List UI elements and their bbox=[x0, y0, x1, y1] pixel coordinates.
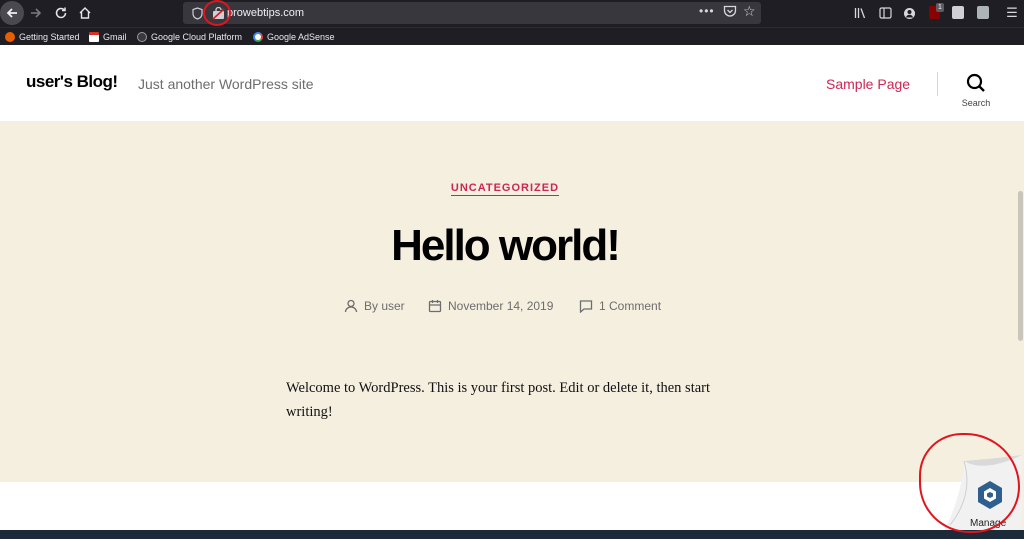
gcp-icon bbox=[137, 32, 147, 42]
bookmark-label: Gmail bbox=[103, 32, 127, 42]
category-link[interactable]: UNCATEGORIZED bbox=[450, 182, 560, 196]
date-text: November 14, 2019 bbox=[448, 299, 554, 313]
bookmark-star-icon[interactable]: ☆ bbox=[743, 3, 756, 20]
site-title[interactable]: user's Blog! bbox=[26, 72, 118, 92]
url-text[interactable]: prowebtips.com bbox=[227, 5, 304, 21]
annotation-circle bbox=[203, 0, 231, 26]
extension-icon[interactable] bbox=[977, 6, 989, 19]
comment-icon bbox=[579, 300, 593, 313]
nav-sample-page[interactable]: Sample Page bbox=[826, 76, 910, 92]
url-bar[interactable]: prowebtips.com ••• ☆ bbox=[183, 2, 761, 24]
pocket-icon[interactable] bbox=[723, 5, 738, 20]
home-icon[interactable] bbox=[74, 2, 96, 24]
browser-toolbar: prowebtips.com ••• ☆ 1 ☰ bbox=[0, 0, 1024, 27]
post-category: UNCATEGORIZED bbox=[0, 182, 1010, 196]
post-comments[interactable]: 1 Comment bbox=[579, 297, 661, 315]
bookmark-gmail[interactable]: Gmail bbox=[89, 30, 127, 44]
bookmark-google-cloud[interactable]: Google Cloud Platform bbox=[137, 30, 242, 44]
forward-icon[interactable] bbox=[25, 2, 47, 24]
os-taskbar bbox=[0, 530, 1024, 539]
tracking-shield-icon[interactable] bbox=[190, 5, 204, 21]
back-icon[interactable] bbox=[0, 1, 24, 25]
search-label: Search bbox=[961, 98, 991, 108]
menu-icon[interactable]: ☰ bbox=[1004, 4, 1020, 22]
google-icon bbox=[253, 32, 263, 42]
post-date[interactable]: November 14, 2019 bbox=[428, 297, 553, 315]
comments-text: 1 Comment bbox=[599, 299, 662, 313]
post-author[interactable]: By user bbox=[344, 297, 405, 315]
gmail-icon bbox=[89, 32, 99, 42]
ublock-badge: 1 bbox=[936, 3, 944, 12]
header-divider bbox=[937, 72, 938, 96]
author-text: By user bbox=[364, 299, 405, 313]
reload-icon[interactable] bbox=[50, 2, 72, 24]
scrollbar-thumb[interactable] bbox=[1018, 191, 1023, 341]
content-area bbox=[0, 482, 1024, 531]
site-header: user's Blog! Just another WordPress site… bbox=[0, 45, 1024, 121]
page-actions-icon[interactable]: ••• bbox=[699, 4, 715, 18]
bookmark-label: Getting Started bbox=[19, 32, 80, 42]
search-icon bbox=[966, 73, 985, 92]
account-icon[interactable] bbox=[900, 4, 918, 22]
bookmark-label: Google Cloud Platform bbox=[151, 32, 243, 42]
post-content: Welcome to WordPress. This is your first… bbox=[286, 380, 711, 420]
bookmark-getting-started[interactable]: Getting Started bbox=[5, 30, 80, 44]
calendar-icon bbox=[428, 300, 442, 313]
search-button[interactable]: Search bbox=[958, 73, 994, 109]
bookmark-google-adsense[interactable]: Google AdSense bbox=[253, 30, 335, 44]
bookmark-label: Google AdSense bbox=[267, 32, 335, 42]
user-icon bbox=[344, 299, 358, 313]
extension-icon[interactable] bbox=[952, 6, 964, 19]
sidebar-icon[interactable] bbox=[876, 4, 894, 22]
post-title[interactable]: Hello world! bbox=[0, 221, 1010, 271]
post-header: UNCATEGORIZED Hello world! By user Novem… bbox=[0, 121, 1024, 482]
site-description: Just another WordPress site bbox=[138, 76, 314, 92]
library-icon[interactable] bbox=[852, 4, 870, 22]
bookmarks-bar: Getting Started Gmail Google Cloud Platf… bbox=[0, 27, 1024, 45]
firefox-icon bbox=[5, 32, 15, 42]
